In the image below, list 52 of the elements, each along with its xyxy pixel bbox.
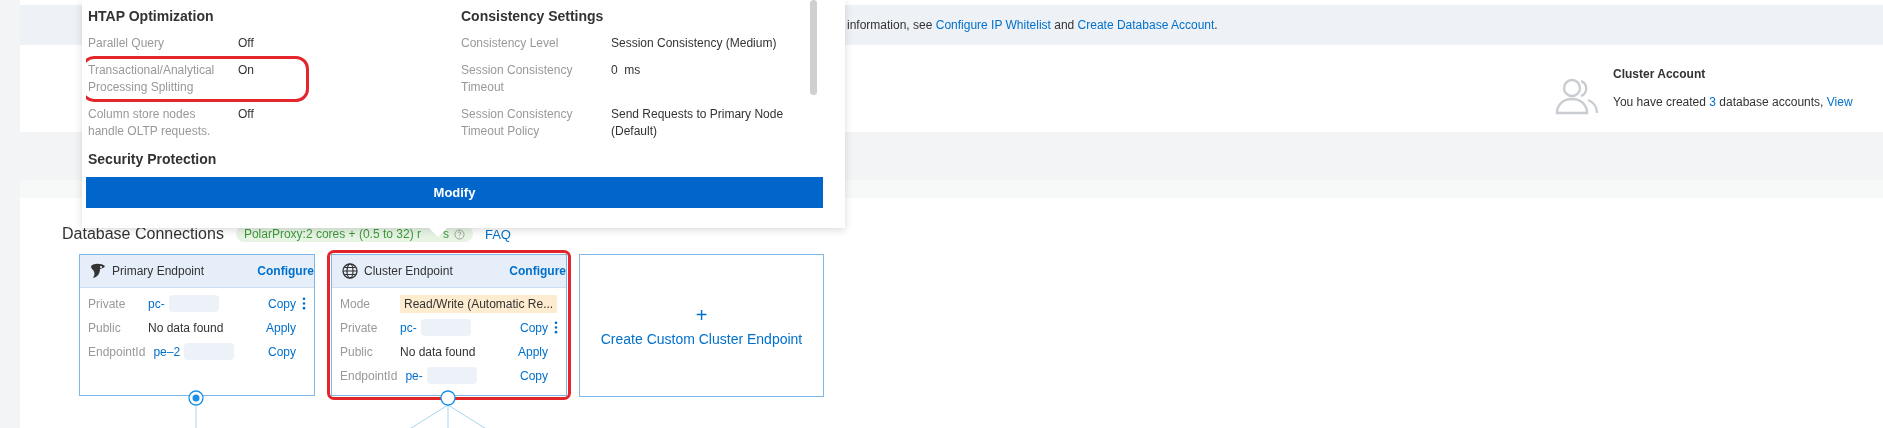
action-link[interactable]: Copy xyxy=(268,296,296,311)
endpoint-address[interactable]: pc- xyxy=(400,320,417,335)
setting-label: Column store nodes handle OLTP requests. xyxy=(88,106,212,140)
action-link[interactable]: Copy xyxy=(520,320,548,335)
field-value: No data found xyxy=(400,344,476,359)
more-icon[interactable] xyxy=(302,297,306,310)
setting-value: Off xyxy=(238,106,255,123)
setting-label: Transactional/Analytical Processing Splitting xyxy=(88,62,216,96)
action-link[interactable]: Apply xyxy=(265,320,296,335)
scrollbar[interactable] xyxy=(810,0,817,95)
field-label: Private xyxy=(88,296,127,311)
field-label: EndpointId xyxy=(340,368,398,383)
modify-button[interactable]: Modify xyxy=(86,177,823,208)
action-link[interactable]: Copy xyxy=(520,368,548,383)
section-heading: Consistency Settings xyxy=(460,8,605,24)
field-label: Public xyxy=(88,320,122,335)
faq-link[interactable]: FAQ xyxy=(484,226,511,242)
setting-label: Session Consistency Timeout Policy xyxy=(461,106,574,140)
create-endpoint-card[interactable]: + Create Custom Cluster Endpoint xyxy=(579,254,824,397)
account-title: Cluster Account xyxy=(1613,67,1707,81)
field-label: EndpointId xyxy=(88,344,146,359)
bird-icon xyxy=(90,263,106,279)
view-link[interactable]: View xyxy=(1826,95,1853,109)
endpoint-address[interactable]: pc- xyxy=(148,296,165,311)
section-heading: Security Protection xyxy=(87,151,218,167)
mode-tag: Read/Write (Automatic Re... xyxy=(400,294,558,313)
action-link[interactable]: Apply xyxy=(517,344,548,359)
setting-value: Send Requests to Primary Node (Default) xyxy=(611,106,785,140)
notice-link[interactable]: Configure IP Whitelist xyxy=(935,18,1051,32)
configure-link[interactable]: Configure xyxy=(509,264,566,278)
endpoint-address[interactable]: pe–2 xyxy=(153,344,181,359)
globe-icon xyxy=(342,263,358,279)
field-label: Public xyxy=(340,344,374,359)
users-icon xyxy=(1555,77,1599,115)
account-count-link[interactable]: 3 xyxy=(1709,95,1716,109)
section-heading: HTAP Optimization xyxy=(87,8,215,24)
create-endpoint-label: Create Custom Cluster Endpoint xyxy=(600,330,803,347)
account-summary: You have created 3 database accounts, View xyxy=(1613,95,1853,109)
configure-link[interactable]: Configure xyxy=(257,264,314,278)
setting-value: On xyxy=(238,62,254,79)
more-icon[interactable] xyxy=(554,321,558,334)
section-title: Database Connections xyxy=(62,225,224,243)
setting-value: 0 ms xyxy=(611,62,642,79)
endpoint-title: Primary Endpoint xyxy=(112,264,206,278)
field-label: Mode xyxy=(340,296,372,311)
field-label: Private xyxy=(340,320,379,335)
endpoint-address[interactable]: pe- xyxy=(405,368,423,383)
setting-label: Session Consistency Timeout xyxy=(461,62,574,96)
field-value: No data found xyxy=(148,320,224,335)
action-link[interactable]: Copy xyxy=(268,344,296,359)
plus-sign: + xyxy=(695,304,708,325)
endpoint-title: Cluster Endpoint xyxy=(364,264,454,278)
